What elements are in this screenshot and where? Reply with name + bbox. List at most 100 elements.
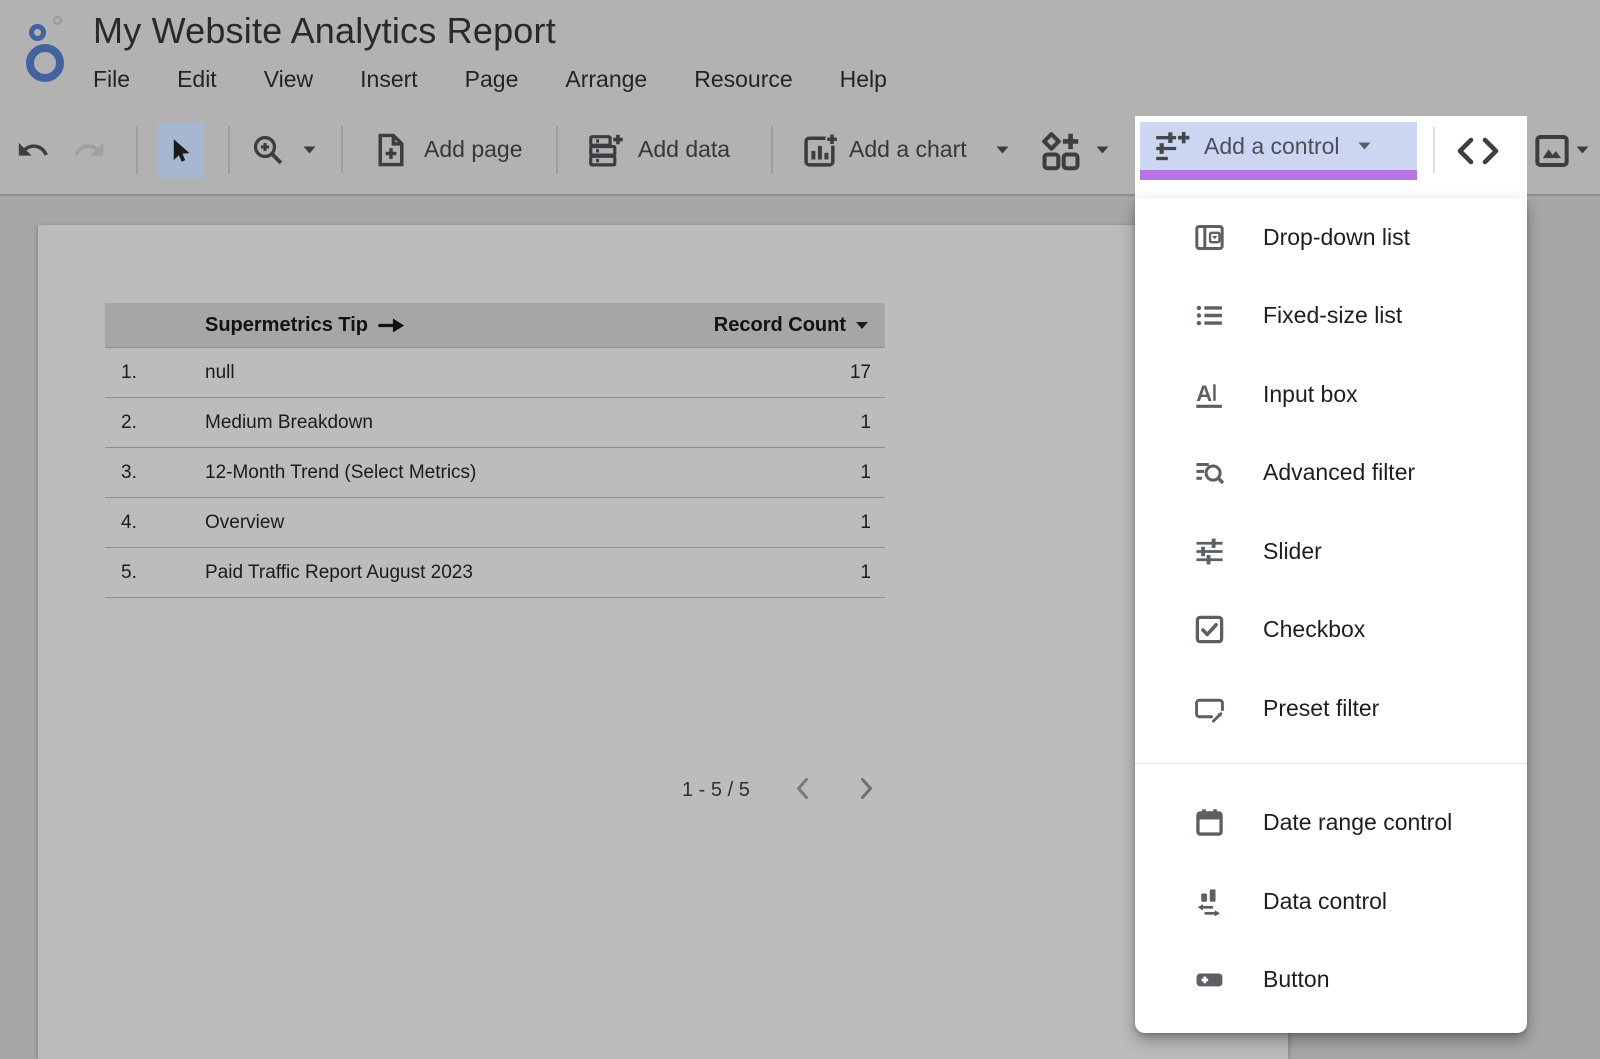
data-control-icon <box>1191 883 1227 919</box>
row-metric-value: 1 <box>795 462 885 484</box>
cursor-icon <box>167 137 194 164</box>
code-icon[interactable] <box>1452 133 1504 169</box>
menu-item-label: Slider <box>1263 538 1322 565</box>
select-tool-button[interactable] <box>157 122 204 178</box>
input-box-icon: A <box>1191 376 1227 412</box>
table-header-metric[interactable]: Record Count <box>714 314 846 337</box>
row-dimension-value: 12-Month Trend (Select Metrics) <box>205 462 795 484</box>
menu-item-label: Advanced filter <box>1263 459 1415 486</box>
fixed-size-list-icon <box>1191 298 1227 334</box>
app-header: My Website Analytics Report File Edit Vi… <box>0 0 1600 107</box>
menu-divider <box>1135 763 1527 764</box>
add-data-icon[interactable] <box>586 131 624 169</box>
menu-item-input-box[interactable]: A Input box <box>1135 355 1527 434</box>
row-metric-value: 1 <box>795 412 885 434</box>
redo-icon[interactable] <box>72 133 106 167</box>
row-metric-value: 1 <box>795 512 885 534</box>
menu-item-fixed-size-list[interactable]: Fixed-size list <box>1135 277 1527 356</box>
pagination-label: 1 - 5 / 5 <box>682 779 750 802</box>
community-visualizations-caret-icon[interactable] <box>1096 146 1109 154</box>
table-row[interactable]: 4. Overview 1 <box>105 498 885 548</box>
table-header-dimension[interactable]: Supermetrics Tip <box>205 314 368 337</box>
date-range-icon <box>1191 805 1227 841</box>
data-table[interactable]: Supermetrics Tip Record Count <box>105 303 885 598</box>
add-control-icon <box>1152 126 1192 166</box>
row-metric-value: 1 <box>795 562 885 584</box>
menu-item-slider[interactable]: Slider <box>1135 512 1527 591</box>
toolbar-separator <box>341 126 343 174</box>
menu-arrange[interactable]: Arrange <box>565 66 647 93</box>
sort-desc-caret-icon[interactable] <box>855 321 869 330</box>
report-page: Supermetrics Tip Record Count <box>38 225 1288 1059</box>
menu-view[interactable]: View <box>264 66 313 93</box>
row-index: 3. <box>105 462 205 484</box>
add-data-button[interactable]: Add data <box>638 136 730 163</box>
logo-ring-medium <box>29 24 46 41</box>
toolbar-separator <box>771 126 773 174</box>
looker-studio-logo[interactable] <box>18 8 80 90</box>
toolbar-separator <box>136 126 138 174</box>
table-row[interactable]: 3. 12-Month Trend (Select Metrics) 1 <box>105 448 885 498</box>
menu-bar: File Edit View Insert Page Arrange Resou… <box>93 66 887 93</box>
menu-item-drop-down-list[interactable]: Drop-down list <box>1135 198 1527 277</box>
menu-item-button[interactable]: Button <box>1135 941 1527 1020</box>
slider-icon <box>1191 533 1227 569</box>
looker-studio-window: My Website Analytics Report File Edit Vi… <box>0 0 1600 1059</box>
menu-edit[interactable]: Edit <box>177 66 217 93</box>
menu-file[interactable]: File <box>93 66 130 93</box>
zoom-in-icon[interactable] <box>250 132 286 168</box>
toolbar-separator <box>556 126 558 174</box>
undo-icon[interactable] <box>16 133 50 167</box>
row-index: 5. <box>105 562 205 584</box>
add-control-caret-icon <box>1358 142 1371 150</box>
row-dimension-value: Medium Breakdown <box>205 412 795 434</box>
menu-item-label: Data control <box>1263 888 1387 915</box>
menu-item-label: Fixed-size list <box>1263 302 1402 329</box>
add-page-button[interactable]: Add page <box>424 136 522 163</box>
add-chart-button[interactable]: Add a chart <box>849 136 967 163</box>
menu-item-advanced-filter[interactable]: Advanced filter <box>1135 434 1527 513</box>
row-index: 1. <box>105 362 205 384</box>
menu-item-label: Button <box>1263 966 1330 993</box>
logo-ring-large <box>26 44 64 82</box>
report-title[interactable]: My Website Analytics Report <box>93 10 556 52</box>
add-control-button[interactable]: Add a control <box>1140 122 1417 180</box>
row-index: 2. <box>105 412 205 434</box>
table-row[interactable]: 5. Paid Traffic Report August 2023 1 <box>105 548 885 598</box>
table-row[interactable]: 2. Medium Breakdown 1 <box>105 398 885 448</box>
row-dimension-value: Paid Traffic Report August 2023 <box>205 562 795 584</box>
chevron-right-icon[interactable] <box>855 775 877 802</box>
menu-page[interactable]: Page <box>465 66 519 93</box>
menu-item-label: Date range control <box>1263 809 1452 836</box>
menu-item-label: Preset filter <box>1263 695 1379 722</box>
add-chart-icon[interactable] <box>801 131 839 169</box>
menu-item-label: Drop-down list <box>1263 224 1410 251</box>
community-visualizations-icon[interactable] <box>1038 128 1084 174</box>
image-icon[interactable] <box>1532 131 1572 171</box>
menu-item-label: Input box <box>1263 381 1358 408</box>
menu-help[interactable]: Help <box>840 66 887 93</box>
zoom-menu-caret-icon[interactable] <box>303 146 316 154</box>
logo-ring-small <box>53 16 62 25</box>
menu-item-date-range-control[interactable]: Date range control <box>1135 784 1527 863</box>
menu-resource[interactable]: Resource <box>694 66 792 93</box>
add-page-icon[interactable] <box>372 131 410 169</box>
image-menu-caret-icon[interactable] <box>1576 146 1589 154</box>
chevron-left-icon[interactable] <box>792 775 814 802</box>
preset-filter-icon <box>1191 690 1227 726</box>
table-row[interactable]: 1. null 17 <box>105 348 885 398</box>
advanced-filter-icon <box>1191 455 1227 491</box>
toolbar-separator <box>228 126 230 174</box>
svg-text:A: A <box>1196 381 1212 406</box>
row-index: 4. <box>105 512 205 534</box>
drop-down-list-icon <box>1191 219 1227 255</box>
menu-item-checkbox[interactable]: Checkbox <box>1135 591 1527 670</box>
table-header-row: Supermetrics Tip Record Count <box>105 303 885 348</box>
menu-item-preset-filter[interactable]: Preset filter <box>1135 669 1527 748</box>
right-arrow-icon <box>378 317 406 334</box>
add-control-label: Add a control <box>1204 133 1340 160</box>
toolbar-separator <box>1433 127 1435 173</box>
add-chart-caret-icon[interactable] <box>996 146 1009 154</box>
menu-item-data-control[interactable]: Data control <box>1135 862 1527 941</box>
menu-insert[interactable]: Insert <box>360 66 418 93</box>
